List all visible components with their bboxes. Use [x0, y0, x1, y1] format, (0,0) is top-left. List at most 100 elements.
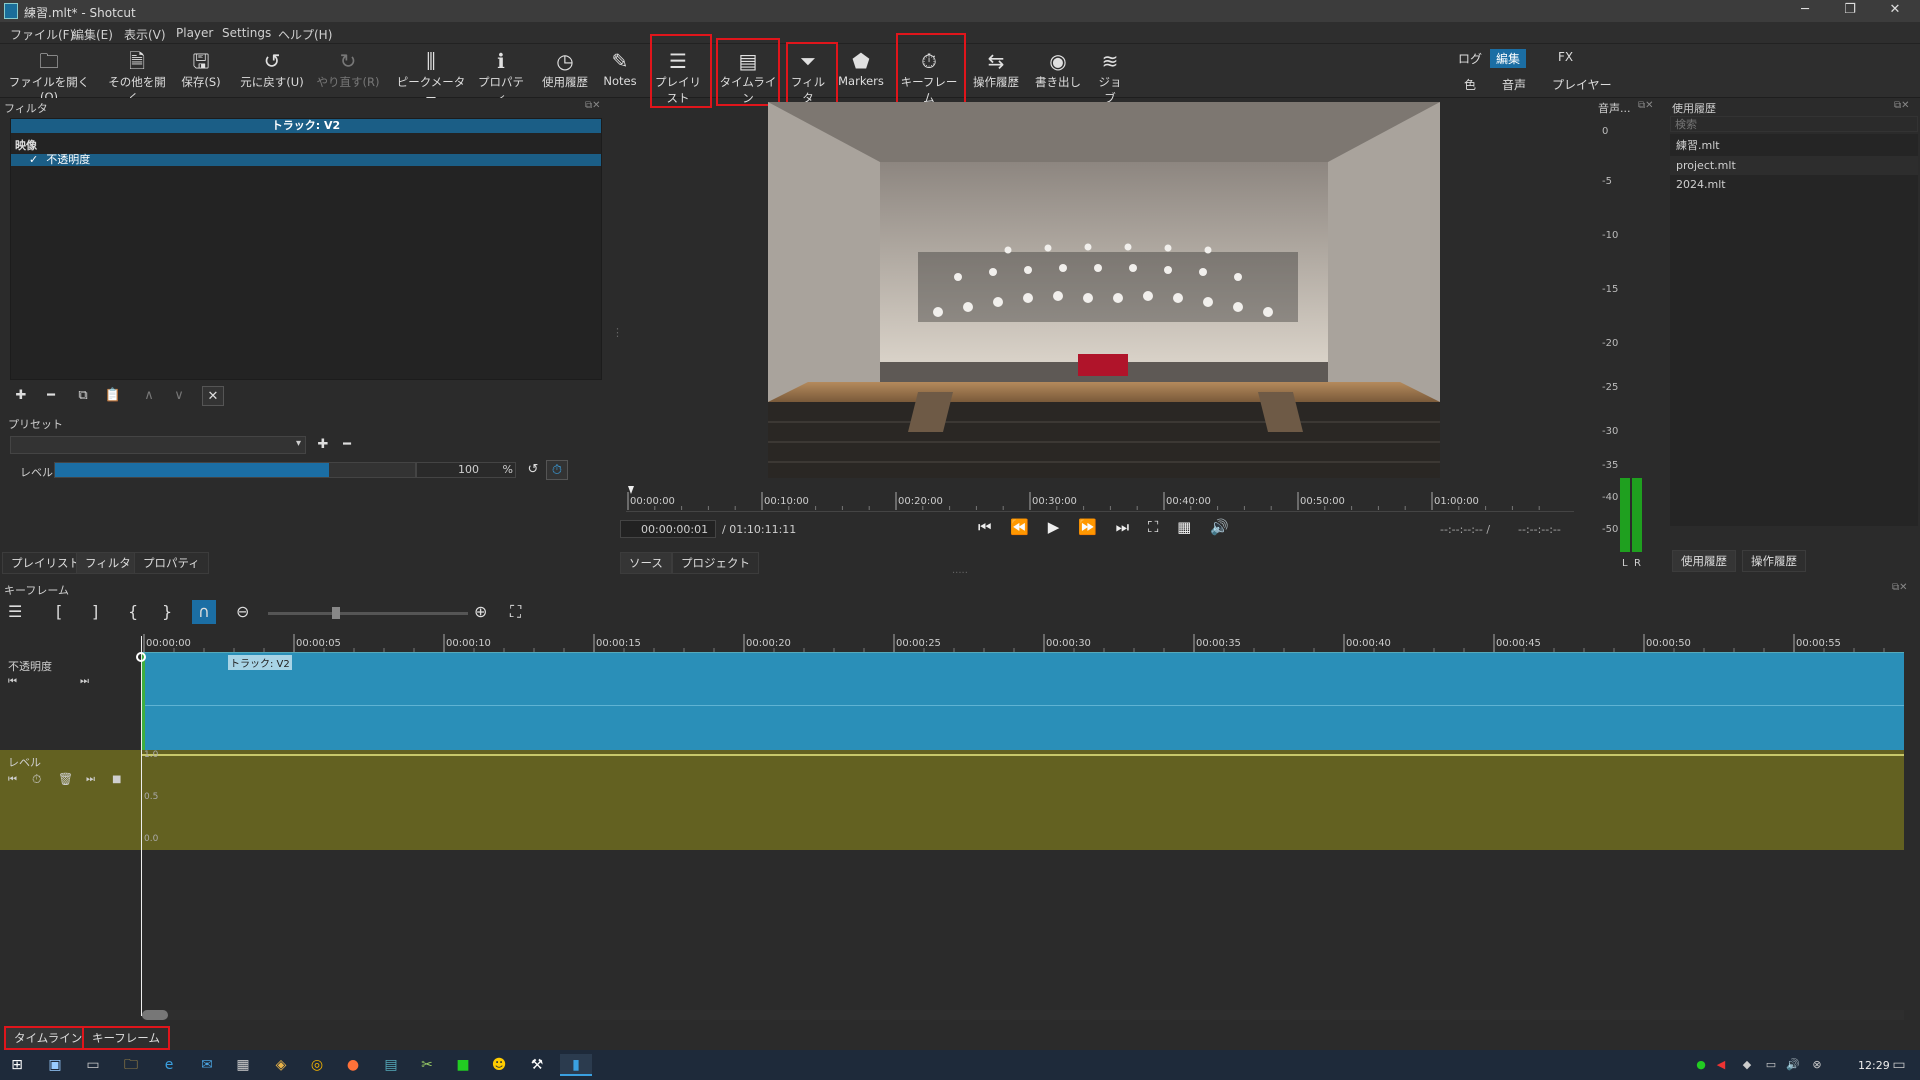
restore-icon[interactable]: ❐	[1835, 2, 1865, 17]
panel-float-icon[interactable]: ⧉✕	[1892, 582, 1908, 593]
app-icon[interactable]: ◈	[270, 1054, 292, 1076]
rewind-icon[interactable]: ⏪	[1010, 518, 1029, 536]
minimize-icon[interactable]: ─	[1790, 2, 1820, 17]
shield-icon[interactable]: ◆	[1736, 1054, 1758, 1076]
zoom-in-icon[interactable]: ⊕	[474, 602, 487, 621]
filter-button[interactable]: ⏷ フィルタ	[788, 48, 828, 105]
copy-filter-button[interactable]: ⧉	[72, 386, 94, 406]
mail-icon[interactable]: ✉	[196, 1054, 218, 1076]
workspace-fx[interactable]: FX	[1552, 49, 1579, 65]
tab-keyframes[interactable]: キーフレーム	[82, 1026, 170, 1050]
player-playhead[interactable]	[628, 486, 634, 494]
volume-icon[interactable]: 🔊	[1782, 1054, 1804, 1076]
stop-icon[interactable]: ■	[112, 774, 121, 785]
chrome-icon[interactable]: ◎	[306, 1054, 328, 1076]
play-icon[interactable]: ▶	[1048, 518, 1060, 536]
calculator-icon[interactable]: ▦	[232, 1054, 254, 1076]
workspace-audio[interactable]: 音声	[1496, 75, 1532, 94]
tab-source[interactable]: ソース	[620, 552, 672, 574]
save-preset-button[interactable]: ✚	[312, 435, 334, 455]
recent-button[interactable]: ◷ 使用履歴	[538, 48, 592, 96]
tray-icon[interactable]: ●	[1690, 1054, 1712, 1076]
level-keyframe-track[interactable]: 1.0 0.5 0.0	[142, 750, 1904, 850]
menu-icon[interactable]: ☰	[8, 602, 22, 621]
app-icon[interactable]: ▤	[380, 1054, 402, 1076]
recent-file-item[interactable]: 2024.mlt	[1670, 175, 1918, 194]
app-icon[interactable]: ✂	[416, 1054, 438, 1076]
menu-help[interactable]: ヘルプ(H)	[278, 26, 332, 43]
fast-forward-icon[interactable]: ⏩	[1078, 518, 1097, 536]
volume-icon[interactable]: 🔊	[1210, 518, 1229, 536]
ime-icon[interactable]: ⊗	[1806, 1054, 1828, 1076]
menu-player[interactable]: Player	[176, 26, 213, 40]
menu-view[interactable]: 表示(V)	[124, 26, 166, 43]
zoom-slider[interactable]	[268, 607, 468, 619]
remove-filter-button[interactable]: ━	[40, 386, 62, 406]
keyframes-button[interactable]: ⏱ キーフレーム	[898, 48, 960, 105]
app-icon[interactable]: ☻	[488, 1054, 510, 1076]
network-icon[interactable]: ▭	[1760, 1054, 1782, 1076]
playlist-button[interactable]: ☰ プレイリスト	[650, 48, 706, 105]
horizontal-scrollbar[interactable]	[142, 1010, 1904, 1020]
prev-keyframe-icon[interactable]: ⏮	[8, 676, 17, 687]
peak-meter-button[interactable]: ⫼ピークメーター	[396, 48, 466, 105]
tab-timeline[interactable]: タイムライン	[4, 1026, 93, 1050]
zoom-fit-icon[interactable]: ⛶	[510, 602, 521, 622]
filter-item-opacity[interactable]: ✓ 不透明度	[11, 154, 601, 166]
shotcut-taskbar-icon[interactable]: ▮	[560, 1054, 592, 1076]
menu-file[interactable]: ファイル(F)	[10, 26, 74, 43]
menu-settings[interactable]: Settings	[222, 26, 271, 40]
tab-recent[interactable]: 使用履歴	[1672, 550, 1736, 572]
history-button[interactable]: ⇆ 操作履歴	[970, 48, 1022, 96]
app-icon[interactable]: ⚒	[526, 1054, 548, 1076]
trash-icon[interactable]: 🗑	[58, 772, 73, 786]
open-other-button[interactable]: 🗎その他を開く..	[102, 48, 172, 105]
panel-float-icon[interactable]: ⧉✕	[1638, 100, 1654, 111]
tab-properties[interactable]: プロパティ	[134, 552, 209, 574]
tab-filters[interactable]: フィルタ	[76, 552, 140, 574]
filter-out-icon[interactable]: }	[162, 602, 172, 621]
splitter-handle[interactable]: ·····	[952, 568, 968, 579]
set-in-icon[interactable]: [	[56, 602, 62, 621]
redo-button[interactable]: ↻ やり直す(R)	[316, 48, 380, 96]
recent-file-item[interactable]: 練習.mlt	[1670, 134, 1918, 156]
keyframe-stopwatch-icon[interactable]: ⏱	[32, 772, 41, 787]
reset-icon[interactable]: ↺	[522, 460, 544, 480]
skip-previous-icon[interactable]: ⏮	[978, 518, 992, 536]
deselect-filter-button[interactable]: ✕	[202, 386, 224, 406]
export-button[interactable]: ◉ 書き出し	[1034, 48, 1082, 96]
skip-next-icon[interactable]: ⏭	[1116, 518, 1130, 536]
keyframe-marker[interactable]	[136, 652, 146, 662]
checkbox-icon[interactable]: ✓	[29, 153, 38, 166]
notes-button[interactable]: ✎ Notes	[602, 48, 638, 96]
tab-project[interactable]: プロジェクト	[672, 552, 759, 574]
zoom-out-icon[interactable]: ⊖	[236, 602, 249, 621]
zoom-fit-icon[interactable]: ⛶	[1148, 518, 1159, 536]
workspace-player[interactable]: プレイヤー	[1546, 75, 1618, 94]
edge-icon[interactable]: e	[158, 1054, 180, 1076]
menu-edit[interactable]: 編集(E)	[72, 26, 113, 43]
add-filter-button[interactable]: ✚	[10, 386, 32, 406]
delete-preset-button[interactable]: ━	[336, 435, 358, 455]
recent-file-item[interactable]: project.mlt	[1670, 156, 1918, 175]
firefox-icon[interactable]: ●	[342, 1054, 364, 1076]
notification-icon[interactable]: ▭	[1888, 1054, 1910, 1076]
workspace-edit[interactable]: 編集	[1490, 49, 1527, 68]
preset-select[interactable]: ▾	[10, 436, 306, 454]
clip-track-v2[interactable]: トラック: V2	[142, 652, 1904, 751]
panel-float-icon[interactable]: ⧉✕	[1894, 100, 1910, 111]
zoom-slider-handle[interactable]	[332, 607, 340, 619]
save-button[interactable]: 🖫 保存(S)	[178, 48, 224, 96]
move-up-button[interactable]: ∧	[138, 386, 160, 406]
panel-float-icon[interactable]: ⧉✕	[585, 100, 601, 111]
start-icon[interactable]: ⊞	[6, 1054, 28, 1076]
file-explorer-icon[interactable]: 🗀	[120, 1054, 142, 1076]
timeline-button[interactable]: ▤ タイムライン	[718, 48, 778, 105]
paste-filter-button[interactable]: 📋	[102, 386, 124, 406]
grid-icon[interactable]: ▦	[1177, 518, 1191, 536]
undo-button[interactable]: ↺ 元に戻す(U)	[240, 48, 304, 96]
open-file-button[interactable]: 🗀 ファイルを開く(O)	[8, 48, 90, 104]
next-keyframe-icon[interactable]: ⏭	[86, 774, 95, 785]
scrollbar-thumb[interactable]	[142, 1010, 168, 1020]
playhead-line[interactable]	[141, 636, 142, 1016]
